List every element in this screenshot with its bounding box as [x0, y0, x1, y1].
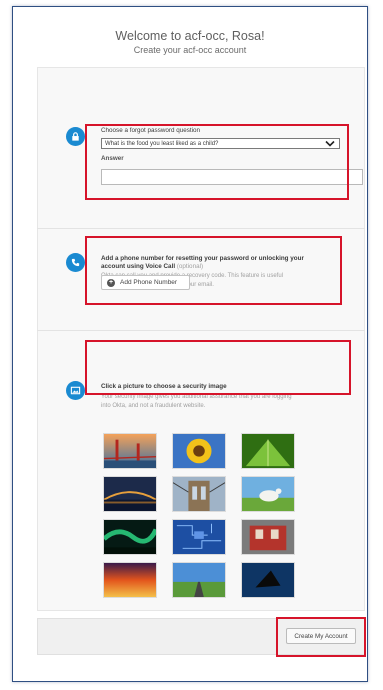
security-image-sunflower[interactable]: [172, 433, 226, 469]
security-image-aurora[interactable]: [103, 519, 157, 555]
phone-icon: [66, 253, 85, 272]
section-divider: [37, 330, 365, 331]
highlight-phone-section: [85, 236, 342, 305]
lock-icon: [66, 127, 85, 146]
security-image-brooklyn-bridge[interactable]: [172, 476, 226, 512]
security-image-golden-gate[interactable]: [103, 433, 157, 469]
registration-window: Welcome to acf-occ, Rosa! Create your ac…: [12, 6, 368, 682]
page-subtitle: Create your acf-occ account: [133, 45, 247, 55]
highlight-image-section: [85, 340, 351, 395]
security-image-red-building[interactable]: [241, 519, 295, 555]
page-title: Welcome to acf-occ, Rosa!: [115, 29, 265, 43]
image-desc-line2: into Okta, and not a fraudulent website.: [101, 403, 206, 409]
security-image-green-leaf[interactable]: [241, 433, 295, 469]
highlight-password-section: [85, 124, 349, 200]
security-image-sunset[interactable]: [103, 562, 157, 598]
security-image-road[interactable]: [172, 562, 226, 598]
security-image-circuit-board[interactable]: [172, 519, 226, 555]
security-image-dark-leaf[interactable]: [241, 562, 295, 598]
section-divider: [37, 228, 365, 229]
image-icon: [66, 381, 85, 400]
highlight-create-button: [276, 617, 366, 657]
security-image-night-bridge[interactable]: [103, 476, 157, 512]
security-image-goat[interactable]: [241, 476, 295, 512]
